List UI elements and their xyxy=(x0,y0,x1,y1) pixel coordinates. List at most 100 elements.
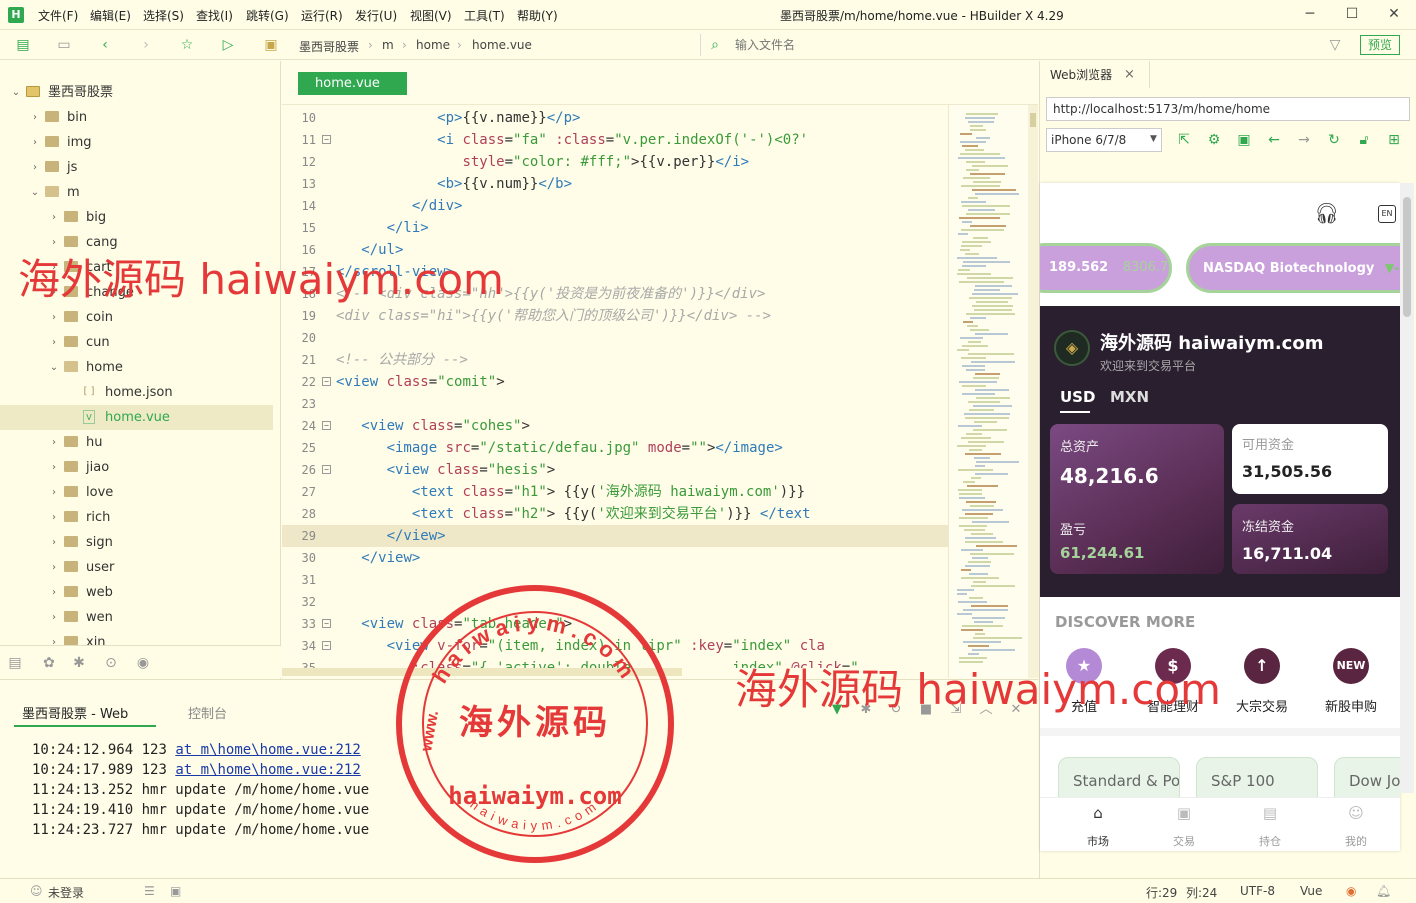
code-line[interactable]: 19 <div class="hi">{{y('帮助您入门的顶级公司')}}</d… xyxy=(282,305,948,327)
new-file-icon[interactable]: ▤ xyxy=(14,36,32,54)
tree-item[interactable]: ⌄ home xyxy=(0,355,273,380)
breadcrumb-home[interactable]: home xyxy=(416,38,450,52)
chevron-right-icon[interactable]: › xyxy=(48,530,60,555)
code-line[interactable]: 26− <view class="hesis"> xyxy=(282,459,948,481)
fold-icon[interactable]: − xyxy=(322,377,331,386)
shortcut-label[interactable]: 大宗交易 xyxy=(1222,696,1302,715)
chevron-down-icon[interactable]: ⌄ xyxy=(10,80,22,105)
market-icon[interactable]: ⌂ xyxy=(1089,804,1107,822)
maximize-icon[interactable]: ☐ xyxy=(1342,4,1362,24)
plugin-icon[interactable]: ✿ xyxy=(40,654,58,672)
chevron-right-icon[interactable]: › xyxy=(48,580,60,605)
code-line[interactable]: 29 </view> xyxy=(282,525,948,547)
tree-item[interactable]: › coin xyxy=(0,305,273,330)
code-line[interactable]: 20 xyxy=(282,327,948,349)
log-source-link[interactable]: at m\home\home.vue:212 xyxy=(175,762,360,778)
save-icon[interactable]: ▭ xyxy=(55,36,73,54)
menu-view[interactable]: 视图(V) xyxy=(410,7,452,24)
search-icon[interactable]: ⊙ xyxy=(102,654,120,672)
breadcrumb-project[interactable]: 墨西哥股票 xyxy=(299,38,359,55)
tree-item[interactable]: [ ] home.json xyxy=(0,380,273,405)
log-source-link[interactable]: at m\home\home.vue:212 xyxy=(175,742,360,758)
code-line[interactable]: 15 </li> xyxy=(282,217,948,239)
tree-item[interactable]: › wen xyxy=(0,605,273,630)
code-line[interactable]: 13 <b>{{v.num}}</b> xyxy=(282,173,948,195)
menu-goto[interactable]: 跳转(G) xyxy=(246,7,289,24)
nav-trade[interactable]: 交易 xyxy=(1164,833,1204,849)
url-input[interactable] xyxy=(1046,97,1410,121)
menu-file[interactable]: 文件(F) xyxy=(38,7,78,24)
code-line[interactable]: 21 <!-- 公共部分 --> xyxy=(282,349,948,371)
code-line[interactable]: 23 xyxy=(282,393,948,415)
menu-help[interactable]: 帮助(Y) xyxy=(517,7,558,24)
chevron-right-icon[interactable]: › xyxy=(48,305,60,330)
chevron-right-icon[interactable]: › xyxy=(48,480,60,505)
tree-item[interactable]: ⌄ m xyxy=(0,180,273,205)
tree-item[interactable]: Vhome.vue xyxy=(0,405,273,430)
chevron-right-icon[interactable]: › xyxy=(48,605,60,630)
fold-icon[interactable]: − xyxy=(322,641,331,650)
code-line[interactable]: 14 </div> xyxy=(282,195,948,217)
code-line[interactable]: 22− <view class="comit"> xyxy=(282,371,948,393)
language-mode[interactable]: Vue xyxy=(1300,884,1322,898)
user-icon[interactable]: ☺ xyxy=(30,884,43,898)
phone-scrollbar[interactable] xyxy=(1400,183,1414,793)
tree-item[interactable]: › hu xyxy=(0,430,273,455)
filter-icon[interactable]: ▽ xyxy=(1326,36,1344,54)
ticker-pill-left[interactable]: 189.562 8306.742 xyxy=(1040,243,1172,293)
bell-icon[interactable]: 🔔︎ xyxy=(1376,884,1391,898)
device-select[interactable]: iPhone 6/7/8 xyxy=(1046,128,1162,152)
available-funds-card[interactable]: 可用资金 31,505.56 xyxy=(1232,424,1388,494)
forward-arrow-icon[interactable]: → xyxy=(1296,132,1312,148)
frozen-funds-card[interactable]: 冻结资金 16,711.04 xyxy=(1232,504,1388,574)
back-icon[interactable]: ‹ xyxy=(96,36,114,54)
chevron-right-icon[interactable]: › xyxy=(48,455,60,480)
forward-icon[interactable]: › xyxy=(137,36,155,54)
tree-item[interactable]: › cun xyxy=(0,330,273,355)
code-line[interactable]: 11− <i class="fa" :class="v.per.indexOf(… xyxy=(282,129,948,151)
close-tab-icon[interactable]: × xyxy=(1124,61,1135,89)
chevron-down-icon[interactable]: ⌄ xyxy=(29,180,41,205)
chevron-right-icon[interactable]: › xyxy=(48,330,60,355)
lock-icon[interactable]: 🔓︎ xyxy=(1356,132,1372,148)
close-window-icon[interactable]: ✕ xyxy=(1384,4,1404,24)
code-line[interactable]: 27 <text class="h1"> {{y('海外源码 haiwaiym.… xyxy=(282,481,948,503)
console-tab-web[interactable]: 墨西哥股票 - Web xyxy=(22,703,128,722)
nav-market[interactable]: 市场 xyxy=(1078,833,1118,849)
editor-scrollbar[interactable] xyxy=(1028,105,1038,678)
list-icon[interactable]: ☰ xyxy=(144,884,155,898)
tree-item[interactable]: › big xyxy=(0,205,273,230)
debug-icon[interactable]: ✱ xyxy=(70,654,88,672)
profile-icon[interactable]: ☺ xyxy=(1347,804,1365,822)
palette-icon[interactable]: ◉ xyxy=(134,654,152,672)
chevron-right-icon[interactable]: › xyxy=(48,205,60,230)
language-badge[interactable]: EN xyxy=(1378,205,1396,223)
chevron-right-icon[interactable]: › xyxy=(29,130,41,155)
code-line[interactable]: 25 <image src="/static/defau.jpg" mode="… xyxy=(282,437,948,459)
currency-mxn[interactable]: MXN xyxy=(1110,388,1149,406)
menu-publish[interactable]: 发行(U) xyxy=(355,7,397,24)
file-search-input[interactable] xyxy=(700,34,1340,56)
fold-icon[interactable]: − xyxy=(322,135,331,144)
tab-home-vue[interactable]: home.vue xyxy=(298,72,407,95)
settings-gear-icon[interactable]: ⚙ xyxy=(1206,132,1222,148)
menu-edit[interactable]: 编辑(E) xyxy=(90,7,131,24)
tree-item[interactable]: › rich xyxy=(0,505,273,530)
tree-item[interactable]: › jiao xyxy=(0,455,273,480)
back-arrow-icon[interactable]: ← xyxy=(1266,132,1282,148)
explorer-icon[interactable]: ▤ xyxy=(6,654,24,672)
cursor-col[interactable]: 列:24 xyxy=(1186,884,1217,901)
update-icon[interactable]: ◉ xyxy=(1346,884,1356,898)
code-line[interactable]: 12 style="color: #fff;">{{v.per}}</i> xyxy=(282,151,948,173)
run-icon[interactable]: ▷ xyxy=(219,36,237,54)
tree-item[interactable]: › user xyxy=(0,555,273,580)
fold-icon[interactable]: − xyxy=(322,619,331,628)
trade-icon[interactable]: ▣ xyxy=(1175,804,1193,822)
fold-icon[interactable]: − xyxy=(322,465,331,474)
login-status[interactable]: 未登录 xyxy=(48,884,84,901)
shortcut-label[interactable]: 新股申购 xyxy=(1311,696,1391,715)
chevron-right-icon[interactable]: › xyxy=(29,155,41,180)
nav-positions[interactable]: 持仓 xyxy=(1250,833,1290,849)
positions-icon[interactable]: ▤ xyxy=(1261,804,1279,822)
tree-item[interactable]: › img xyxy=(0,130,273,155)
